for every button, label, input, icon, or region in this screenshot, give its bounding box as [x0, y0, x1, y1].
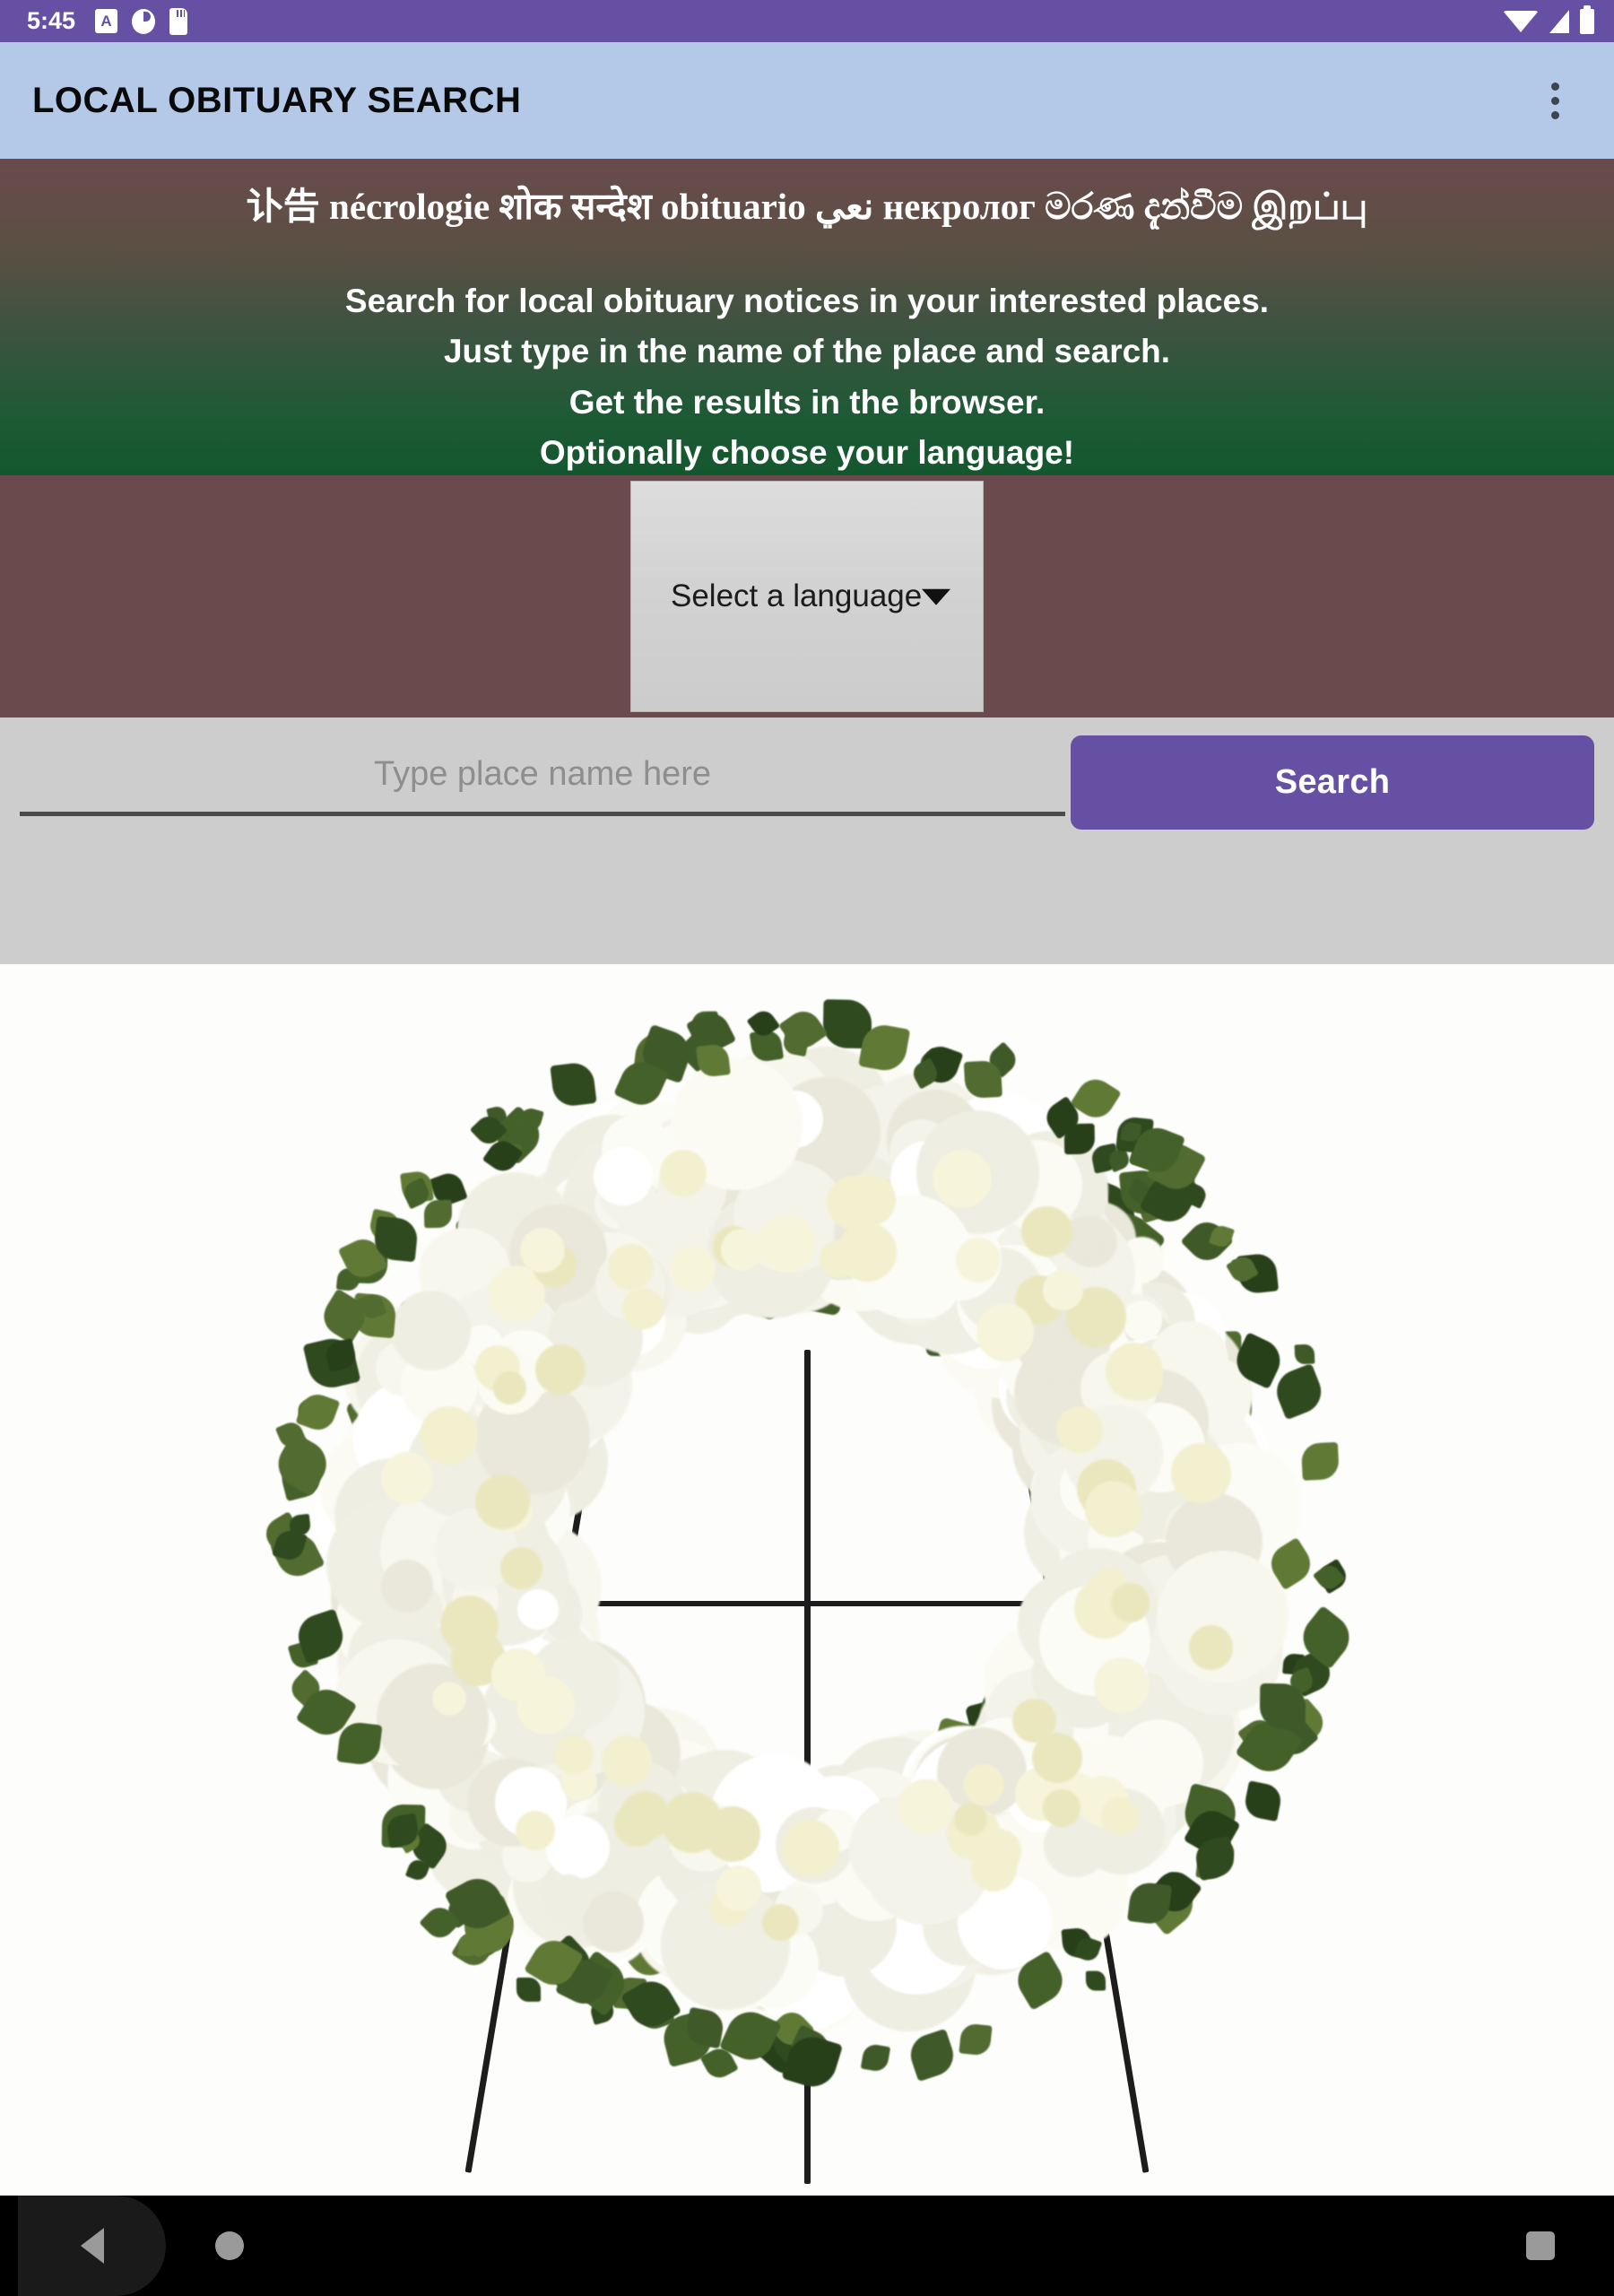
- foliage-blob: [905, 2029, 958, 2082]
- cellular-signal-icon: [1549, 10, 1569, 33]
- flower-blob: [493, 1371, 526, 1405]
- foliage-blob: [423, 1200, 451, 1228]
- language-select-label: Select a language: [671, 578, 922, 614]
- sd-card-icon: [169, 8, 187, 35]
- flower-blob: [1085, 1481, 1141, 1537]
- language-select[interactable]: Select a language: [630, 481, 984, 712]
- back-arrow-icon: [81, 2228, 104, 2264]
- flower-blob: [520, 1228, 565, 1273]
- wreath-illustration: [0, 964, 1614, 2196]
- flower-blob: [1056, 1406, 1103, 1453]
- flower-blob: [963, 1764, 1005, 1806]
- status-left-icon-group: A: [95, 8, 187, 35]
- flower-blob: [622, 1288, 664, 1329]
- flower-blob: [1106, 1343, 1163, 1400]
- flower-blob: [516, 1811, 555, 1850]
- multilingual-heading: 讣告 nécrologie शोक सन्देश obituario نعي н…: [0, 184, 1614, 230]
- flower-ring: [256, 991, 1358, 2094]
- foliage-blob: [959, 2023, 992, 2057]
- app-screen: 5:45 A LOCAL OBITUARY SEARCH 讣告 nécrolog…: [0, 0, 1614, 2296]
- foliage-blob: [1243, 1780, 1283, 1821]
- nav-home-button[interactable]: [215, 2231, 244, 2260]
- foliage-blob: [1295, 1344, 1315, 1364]
- flower-blob: [956, 1238, 1001, 1283]
- flower-blob: [535, 1344, 586, 1395]
- wifi-icon: [1503, 11, 1539, 32]
- chevron-down-icon: [922, 589, 950, 605]
- hero-description-line-2: Just type in the name of the place and s…: [0, 326, 1614, 377]
- language-select-band: Select a language: [0, 475, 1614, 718]
- nav-back-button[interactable]: [18, 2196, 166, 2296]
- flower-blob: [782, 1820, 839, 1877]
- flower-blob: [440, 1596, 499, 1654]
- hero-description-line-1: Search for local obituary notices in you…: [0, 276, 1614, 326]
- foliage-blob: [296, 1389, 341, 1434]
- flower-blob: [1101, 1797, 1140, 1836]
- flower-blob: [1094, 1657, 1150, 1713]
- foliage-blob: [1064, 1123, 1096, 1154]
- page-title: LOCAL OBITUARY SEARCH: [32, 81, 521, 121]
- flower-blob: [500, 1547, 542, 1589]
- hero-description-line-4: Optionally choose your language!: [0, 428, 1614, 478]
- alarm-icon: A: [95, 9, 117, 33]
- foliage-blob: [1260, 1683, 1306, 1730]
- flower-blob: [1122, 1300, 1162, 1341]
- status-right-icon-group: [1503, 9, 1594, 34]
- do-not-disturb-icon: [132, 9, 155, 34]
- foliage-blob: [1301, 1442, 1340, 1481]
- hero-banner: 讣告 nécrologie शोक सन्देश obituario نعي н…: [0, 159, 1614, 475]
- flower-blob: [762, 1904, 799, 1941]
- flower-blob: [594, 1147, 652, 1205]
- flower-blob: [583, 1892, 644, 1952]
- foliage-blob: [860, 2043, 889, 2073]
- nav-recents-button[interactable]: [1526, 2231, 1555, 2260]
- search-button[interactable]: Search: [1071, 735, 1594, 830]
- flower-blob: [971, 1845, 1018, 1892]
- flower-blob: [721, 1229, 763, 1271]
- flower-blob: [614, 1802, 659, 1847]
- foliage-blob: [550, 1062, 596, 1109]
- flower-blob: [432, 1682, 467, 1717]
- flower-blob: [381, 1452, 434, 1505]
- flower-blob: [976, 1303, 1034, 1361]
- flower-blob: [1021, 1206, 1072, 1257]
- place-input-wrapper: [20, 737, 1065, 818]
- foliage-blob: [289, 1514, 311, 1536]
- status-bar: 5:45 A: [0, 0, 1614, 42]
- flower-blob: [475, 1474, 530, 1529]
- flower-blob: [837, 1222, 897, 1282]
- flower-blob: [1012, 1699, 1056, 1743]
- flower-blob: [660, 1150, 707, 1196]
- battery-icon: [1580, 9, 1594, 34]
- flower-blob: [670, 1246, 716, 1292]
- app-bar: LOCAL OBITUARY SEARCH: [0, 42, 1614, 159]
- flower-blob: [545, 1874, 591, 1920]
- menu-dot: [1551, 83, 1559, 91]
- system-nav-bar: [0, 2196, 1614, 2296]
- search-input[interactable]: [20, 737, 1065, 816]
- flower-blob: [554, 1735, 594, 1774]
- flower-blob: [420, 1406, 478, 1465]
- hero-description-line-3: Get the results in the browser.: [0, 378, 1614, 428]
- menu-dot: [1551, 97, 1559, 105]
- flower-blob: [705, 1806, 760, 1862]
- foliage-blob: [1270, 1363, 1327, 1421]
- menu-dot: [1551, 111, 1559, 119]
- flower-blob: [391, 1291, 471, 1370]
- flower-blob: [381, 1560, 434, 1613]
- overflow-menu-icon[interactable]: [1523, 68, 1587, 133]
- flower-blob: [758, 1214, 816, 1273]
- flower-blob: [491, 1648, 545, 1702]
- foliage-blob: [516, 1977, 541, 2001]
- flower-blob: [898, 1779, 953, 1834]
- status-clock: 5:45: [27, 9, 75, 33]
- wreath-photo: [0, 964, 1614, 2196]
- hero-description: Search for local obituary notices in you…: [0, 276, 1614, 478]
- foliage-blob: [1086, 1971, 1106, 1991]
